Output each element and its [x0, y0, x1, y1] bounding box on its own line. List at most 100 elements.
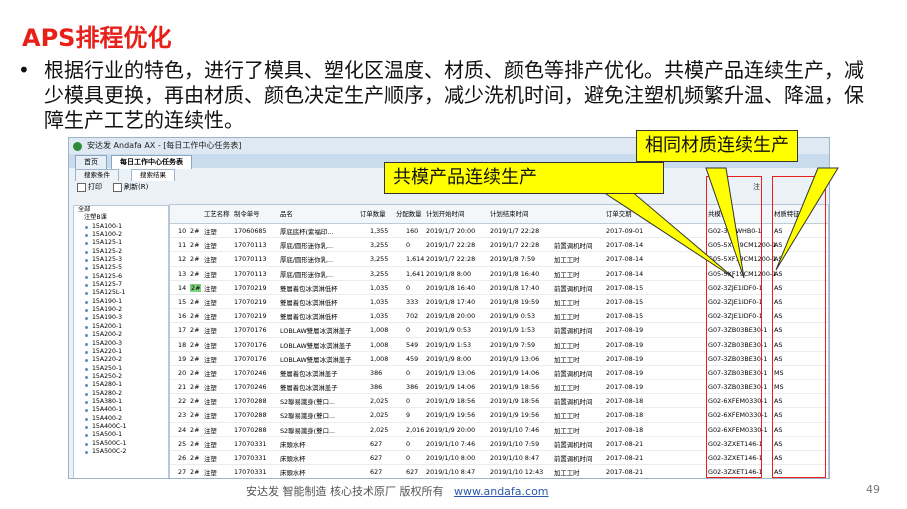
cell-qty: 386	[370, 383, 383, 392]
column-header[interactable]: 工艺名称	[204, 209, 230, 218]
tree-item[interactable]: 15A380-1	[74, 398, 168, 406]
cell-qty: 3,255	[370, 255, 389, 264]
column-header[interactable]: 分配数量	[396, 209, 422, 218]
tree-item[interactable]: 15A220-2	[74, 356, 168, 364]
tab-daily-tasks[interactable]: 每日工作中心任务表	[111, 155, 192, 169]
tree-item[interactable]: 15A220-1	[74, 348, 168, 356]
tree-item[interactable]: 15A125-7	[74, 281, 168, 289]
cell-st: 2#	[190, 383, 200, 392]
column-header[interactable]: 订单交期	[606, 209, 632, 218]
cell-st: 2#	[190, 439, 200, 448]
cell-proc: 注塑	[204, 313, 217, 322]
column-header[interactable]: 订单数量	[360, 209, 386, 218]
cell-name: S2聯易識身(雙口...	[280, 426, 336, 435]
cell-end: 2019/1/10 12:43	[490, 468, 544, 477]
column-header[interactable]: 品名	[280, 209, 293, 218]
cell-start: 2019/1/8 17:40	[426, 297, 476, 306]
cell-qty: 1,035	[370, 283, 389, 292]
cell-start: 2019/1/9 0:53	[426, 326, 472, 335]
cell-alloc: 0	[406, 397, 411, 406]
cell-qty: 386	[370, 368, 383, 377]
tree-item[interactable]: 15A200-2	[74, 331, 168, 339]
tree-item-label: 15A380-1	[92, 397, 123, 405]
cell-note: 前置调机时间	[554, 398, 593, 407]
cell-no: 26	[178, 454, 187, 462]
cell-due: 2017-08-19	[606, 383, 644, 392]
tab-home[interactable]: 首页	[75, 155, 107, 169]
column-header[interactable]: 计划开始时间	[426, 209, 464, 218]
cell-name: 雙層着包冰淇淋低杯	[280, 313, 338, 322]
print-label: 打印	[88, 183, 102, 191]
column-header[interactable]: 制令单号	[234, 209, 260, 218]
callout-same-material: 相同材质连续生产	[636, 130, 798, 162]
tree-item[interactable]: 注塑B课	[74, 214, 168, 222]
tree-item[interactable]: 15A100-1	[74, 223, 168, 231]
cell-proc: 注塑	[204, 355, 217, 364]
tree-item-label: 15A400-1	[92, 406, 123, 414]
column-header[interactable]: 计划结束时间	[490, 209, 528, 218]
tree-item[interactable]: 15A280-2	[74, 390, 168, 398]
cell-mo: 17060685	[234, 227, 267, 235]
cell-name: 厚底/圆形迷你乳...	[280, 270, 333, 279]
node-bullet-icon	[85, 225, 88, 229]
tree-item[interactable]: 15A125-1	[74, 239, 168, 247]
tree-item[interactable]: 15A400-1	[74, 406, 168, 414]
tree-item[interactable]: 15A400C-1	[74, 423, 168, 431]
cell-st: 2#	[190, 241, 200, 250]
footer-link[interactable]: www.andafa.com	[454, 485, 549, 498]
tree-item[interactable]: 15A190-3	[74, 314, 168, 322]
refresh-label: 刷新(R)	[124, 183, 149, 191]
tree-item[interactable]: 15A500C-2	[74, 448, 168, 456]
tree-item[interactable]: 15A125L-1	[74, 289, 168, 297]
cell-st: 2#	[190, 368, 200, 377]
cell-qty: 1,008	[370, 354, 389, 363]
cell-note: 前置调机时间	[554, 440, 593, 449]
cell-due: 2017-08-21	[606, 454, 644, 462]
cell-name: 雙層着包冰淇淋低杯	[280, 298, 338, 307]
cell-proc: 注塑	[204, 440, 217, 449]
cell-name: LOBLAW雙層冰淇淋盖子	[280, 341, 352, 350]
cell-name: 厚底底杯(紫福印...	[280, 228, 334, 236]
refresh-button[interactable]: 刷新(R)	[113, 180, 148, 194]
cell-st: 2#	[190, 255, 200, 264]
tree-item[interactable]: 15A125-5	[74, 264, 168, 272]
cell-due: 2017-08-18	[606, 397, 644, 406]
print-button[interactable]: 打印	[77, 180, 102, 194]
cell-alloc: 0	[406, 454, 411, 462]
cell-mo: 17070331	[234, 454, 267, 462]
bullet-text: 根据行业的特色，进行了模具、塑化区温度、材质、颜色等排产优化。共模产品连续生产，…	[44, 58, 864, 132]
cell-proc: 注塑	[204, 455, 217, 463]
tree-item[interactable]: 15A125-2	[74, 248, 168, 256]
tree-item[interactable]: 15A280-1	[74, 381, 168, 389]
tree-item[interactable]: 15A100-2	[74, 231, 168, 239]
tree-item[interactable]: 15A500-1	[74, 431, 168, 439]
tree-item[interactable]: 15A400-2	[74, 415, 168, 423]
tree-item[interactable]: 15A125-6	[74, 273, 168, 281]
cell-note: 前置调机时间	[554, 369, 593, 378]
tree-item[interactable]: 15A200-1	[74, 323, 168, 331]
cell-end: 2019/1/7 22:28	[490, 241, 540, 250]
cell-no: 19	[178, 354, 187, 363]
cell-alloc: 2,016	[406, 425, 425, 434]
node-bullet-icon	[85, 284, 88, 288]
cell-alloc: 0	[406, 326, 411, 335]
node-bullet-icon	[85, 259, 88, 263]
cell-mo: 17070288	[234, 397, 267, 406]
tree-item[interactable]: 15A500C-1	[74, 440, 168, 448]
cell-qty: 2,025	[370, 397, 389, 406]
cell-proc: 注塑	[204, 469, 217, 478]
cell-end: 2019/1/7 22:28	[490, 227, 540, 235]
tree-item[interactable]: 15A190-1	[74, 298, 168, 306]
workcenter-tree[interactable]: 全部 注塑B课 15A100-1 15A100-2 15A125-1 15A125-2 15…	[73, 205, 169, 478]
cell-no: 14	[178, 283, 187, 292]
tree-item[interactable]: 15A190-2	[74, 306, 168, 314]
tree-item[interactable]: 15A125-3	[74, 256, 168, 264]
tree-item[interactable]: 15A250-2	[74, 373, 168, 381]
cell-end: 2019/1/9 13:06	[490, 354, 540, 363]
cell-due: 2017-08-15	[606, 283, 644, 292]
cell-name: LOBLAW雙層冰淇淋盖子	[280, 327, 352, 336]
tree-item[interactable]: 15A250-1	[74, 365, 168, 373]
tree-item[interactable]: 15A200-3	[74, 340, 168, 348]
cell-alloc: 9	[406, 411, 411, 420]
tree-item-label: 15A500C-2	[92, 447, 127, 455]
